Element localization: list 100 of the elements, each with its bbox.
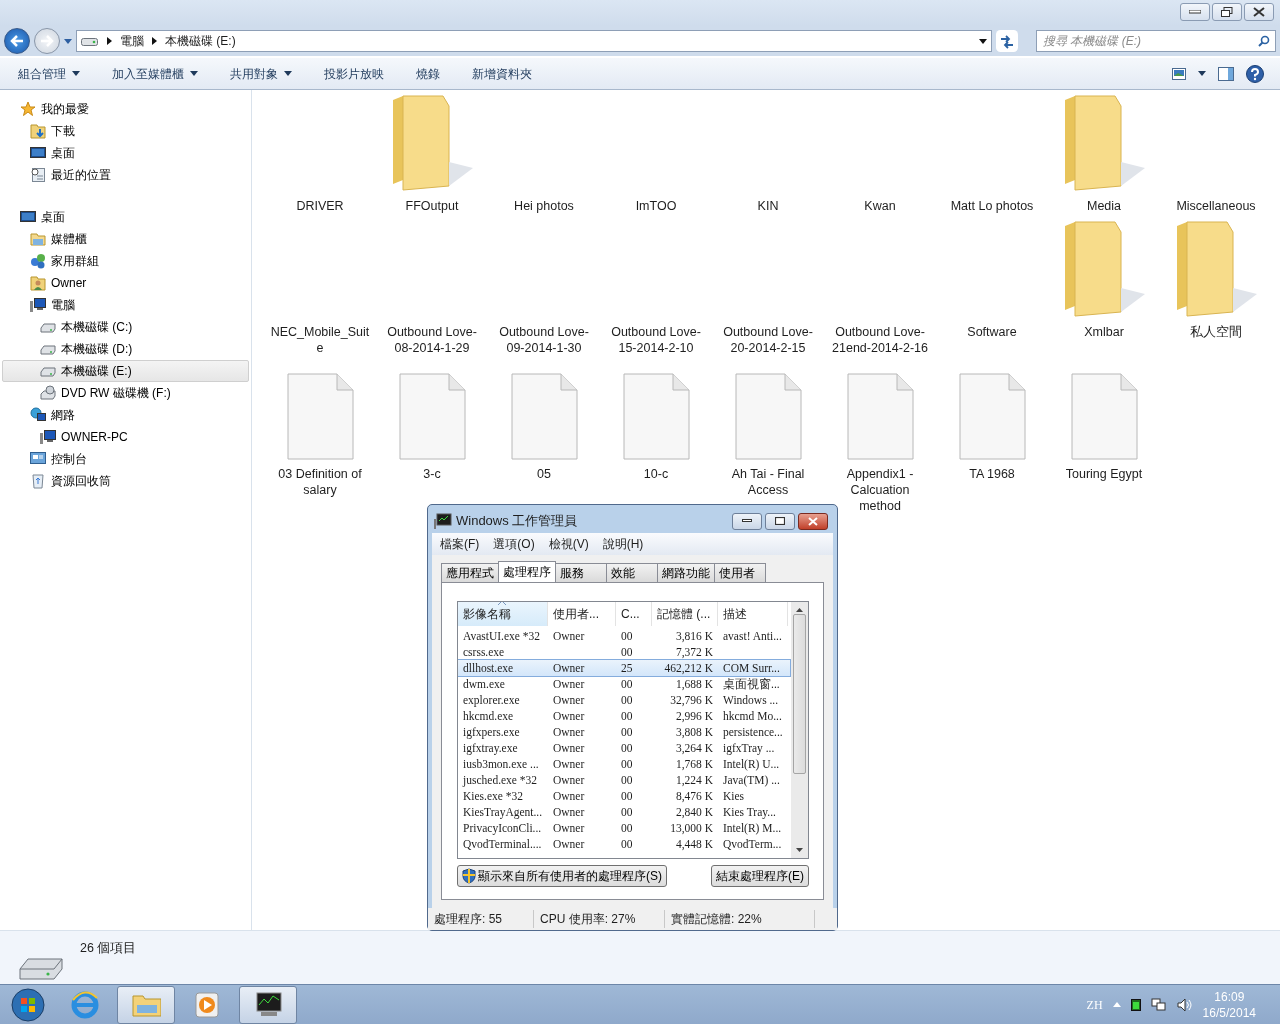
file-name[interactable]: Media — [1052, 198, 1156, 214]
sidebar-item[interactable]: 網路 — [2, 404, 249, 426]
action-button[interactable]: 顯示來自所有使用者的處理程序(S) — [457, 865, 667, 887]
restore-button[interactable] — [1212, 3, 1242, 21]
file-name[interactable]: Outbound Love-20-2014-2-15 — [716, 324, 820, 356]
toolbar-button[interactable]: 加入至媒體櫃 — [104, 60, 206, 87]
process-row[interactable]: igfxtray.exe Owner 00 3,264 K igfxTray ... — [458, 740, 790, 756]
sidebar-item[interactable]: 桌面 — [2, 206, 249, 228]
file-name[interactable]: Kwan — [828, 198, 932, 214]
process-row[interactable]: Kies.exe *32 Owner 00 8,476 K Kies — [458, 788, 790, 804]
back-button[interactable] — [4, 28, 30, 54]
file-name[interactable]: 10-c — [604, 466, 708, 482]
forward-button[interactable] — [34, 28, 60, 54]
column-header[interactable]: C... — [616, 602, 652, 626]
sidebar-item[interactable]: 本機磁碟 (D:) — [2, 338, 249, 360]
file-name[interactable]: 03 Definition of salary — [268, 466, 372, 498]
address-bar[interactable]: 電腦 本機磁碟 (E:) — [76, 30, 992, 52]
file-name[interactable]: KIN — [716, 198, 820, 214]
process-row[interactable]: hkcmd.exe Owner 00 2,996 K hkcmd Mo... — [458, 708, 790, 724]
file-name[interactable]: Appendix1 - Calcuation method — [828, 466, 932, 514]
file-name[interactable]: Outbound Love-15-2014-2-10 — [604, 324, 708, 356]
close-button[interactable] — [1244, 3, 1274, 21]
sidebar-item[interactable]: OWNER-PC — [2, 426, 249, 448]
close-button[interactable] — [798, 512, 828, 530]
tab[interactable]: 應用程式 — [441, 563, 499, 582]
file-name[interactable]: 3-c — [380, 466, 484, 482]
scrollbar[interactable] — [791, 602, 808, 858]
sidebar-item[interactable]: 媒體櫃 — [2, 228, 249, 250]
sidebar-item[interactable]: 本機磁碟 (E:) — [2, 360, 249, 382]
file-name[interactable]: Outbound Love-21end-2014-2-16 — [828, 324, 932, 356]
refresh-button[interactable] — [996, 30, 1018, 52]
column-header[interactable]: 記憶體 (... — [652, 602, 718, 626]
volume-icon[interactable] — [1176, 997, 1193, 1012]
preview-pane-icon[interactable] — [1218, 66, 1234, 81]
menu-item[interactable]: 檔案(F) — [440, 535, 480, 553]
tab[interactable]: 效能 — [606, 563, 658, 582]
menu-item[interactable]: 選項(O) — [493, 535, 535, 553]
file-name[interactable]: Ah Tai - Final Access — [716, 466, 820, 498]
file-name[interactable]: Xmlbar — [1052, 324, 1156, 340]
file-name[interactable]: Outbound Love-08-2014-1-29 — [380, 324, 484, 356]
process-row[interactable]: jusched.exe *32 Owner 00 1,224 K Java(TM) ... — [458, 772, 790, 788]
tab[interactable]: 服務 — [555, 563, 607, 582]
chevron-icon[interactable] — [107, 37, 112, 45]
breadcrumb[interactable]: 電腦 — [120, 32, 144, 50]
column-header[interactable]: 使用者... — [548, 602, 616, 626]
sidebar-item[interactable]: DVD RW 磁碟機 (F:) — [2, 382, 249, 404]
process-row[interactable]: KiesTrayAgent... Owner 00 2,840 K Kies Tray... — [458, 804, 790, 820]
process-row[interactable]: AvastUI.exe *32 Owner 00 3,816 K avast! Anti... — [458, 628, 790, 644]
toolbar-button[interactable]: 燒錄 — [408, 60, 448, 87]
tab[interactable]: 處理程序 — [498, 561, 556, 582]
process-row[interactable]: explorer.exe Owner 00 32,796 K Windows ... — [458, 692, 790, 708]
sidebar-item[interactable]: 家用群組 — [2, 250, 249, 272]
process-row[interactable]: dllhost.exe Owner 25 462,212 K COM Surr... — [458, 660, 790, 676]
sidebar-item[interactable]: 資源回收筒 — [2, 470, 249, 492]
process-row[interactable]: igfxpers.exe Owner 00 3,808 K persistence... — [458, 724, 790, 740]
history-dropdown-icon[interactable] — [64, 38, 72, 44]
process-row[interactable]: PrivacyIconCli... Owner 00 13,000 K Intel(R) M... — [458, 820, 790, 836]
sidebar-item[interactable]: 最近的位置 — [2, 164, 249, 186]
minimize-button[interactable] — [732, 512, 762, 530]
monitor-tray-icon[interactable] — [1130, 998, 1141, 1011]
sidebar-item[interactable]: 電腦 — [2, 294, 249, 316]
file-name[interactable]: ImTOO — [604, 198, 708, 214]
file-name[interactable]: Miscellaneous — [1164, 198, 1268, 214]
column-header[interactable]: 描述 — [718, 602, 788, 626]
toolbar-button[interactable]: 共用對象 — [222, 60, 300, 87]
sidebar-item[interactable]: 我的最愛 — [2, 98, 249, 120]
file-name[interactable]: Software — [940, 324, 1044, 340]
scroll-up-icon[interactable] — [796, 608, 803, 612]
view-icon[interactable] — [1172, 67, 1186, 80]
chevron-icon[interactable] — [152, 37, 157, 45]
help-icon[interactable] — [1246, 64, 1264, 83]
file-name[interactable]: 05 — [492, 466, 596, 482]
process-row[interactable]: csrss.exe 00 7,372 K — [458, 644, 790, 660]
file-name[interactable]: Outbound Love-09-2014-1-30 — [492, 324, 596, 356]
file-name[interactable]: DRIVER — [268, 198, 372, 214]
sidebar-item[interactable]: 控制台 — [2, 448, 249, 470]
dropdown-icon[interactable] — [979, 38, 987, 44]
file-name[interactable]: Hei photos — [492, 198, 596, 214]
caret-icon[interactable] — [1198, 71, 1206, 76]
sidebar-item[interactable]: 本機磁碟 (C:) — [2, 316, 249, 338]
toolbar-button[interactable]: 投影片放映 — [316, 60, 392, 87]
process-row[interactable]: QvodTerminal.... Owner 00 4,448 K QvodTerm... — [458, 836, 790, 852]
file-name[interactable]: Touring Egypt — [1052, 466, 1156, 482]
process-row[interactable]: dwm.exe Owner 00 1,688 K 桌面視窗... — [458, 676, 790, 692]
toolbar-button[interactable]: 新增資料夾 — [464, 60, 540, 87]
menu-item[interactable]: 說明(H) — [602, 535, 644, 553]
sidebar-item[interactable]: 下載 — [2, 120, 249, 142]
file-name[interactable]: TA 1968 — [940, 466, 1044, 482]
toolbar-button[interactable]: 組合管理 — [10, 60, 88, 87]
process-row[interactable]: iusb3mon.exe ... Owner 00 1,768 K Intel(R) U... — [458, 756, 790, 772]
sidebar-item[interactable]: 桌面 — [2, 142, 249, 164]
tab[interactable]: 網路功能 — [657, 563, 715, 582]
file-name[interactable]: FFOutput — [380, 198, 484, 214]
taskbar-button[interactable] — [239, 985, 297, 1024]
file-name[interactable]: NEC_Mobile_Suite — [268, 324, 372, 356]
breadcrumb[interactable]: 本機磁碟 (E:) — [165, 32, 236, 50]
maximize-button[interactable] — [765, 512, 795, 530]
scroll-down-icon[interactable] — [796, 848, 803, 852]
sidebar-item[interactable]: Owner — [2, 272, 249, 294]
file-name[interactable]: Matt Lo photos — [940, 198, 1044, 214]
